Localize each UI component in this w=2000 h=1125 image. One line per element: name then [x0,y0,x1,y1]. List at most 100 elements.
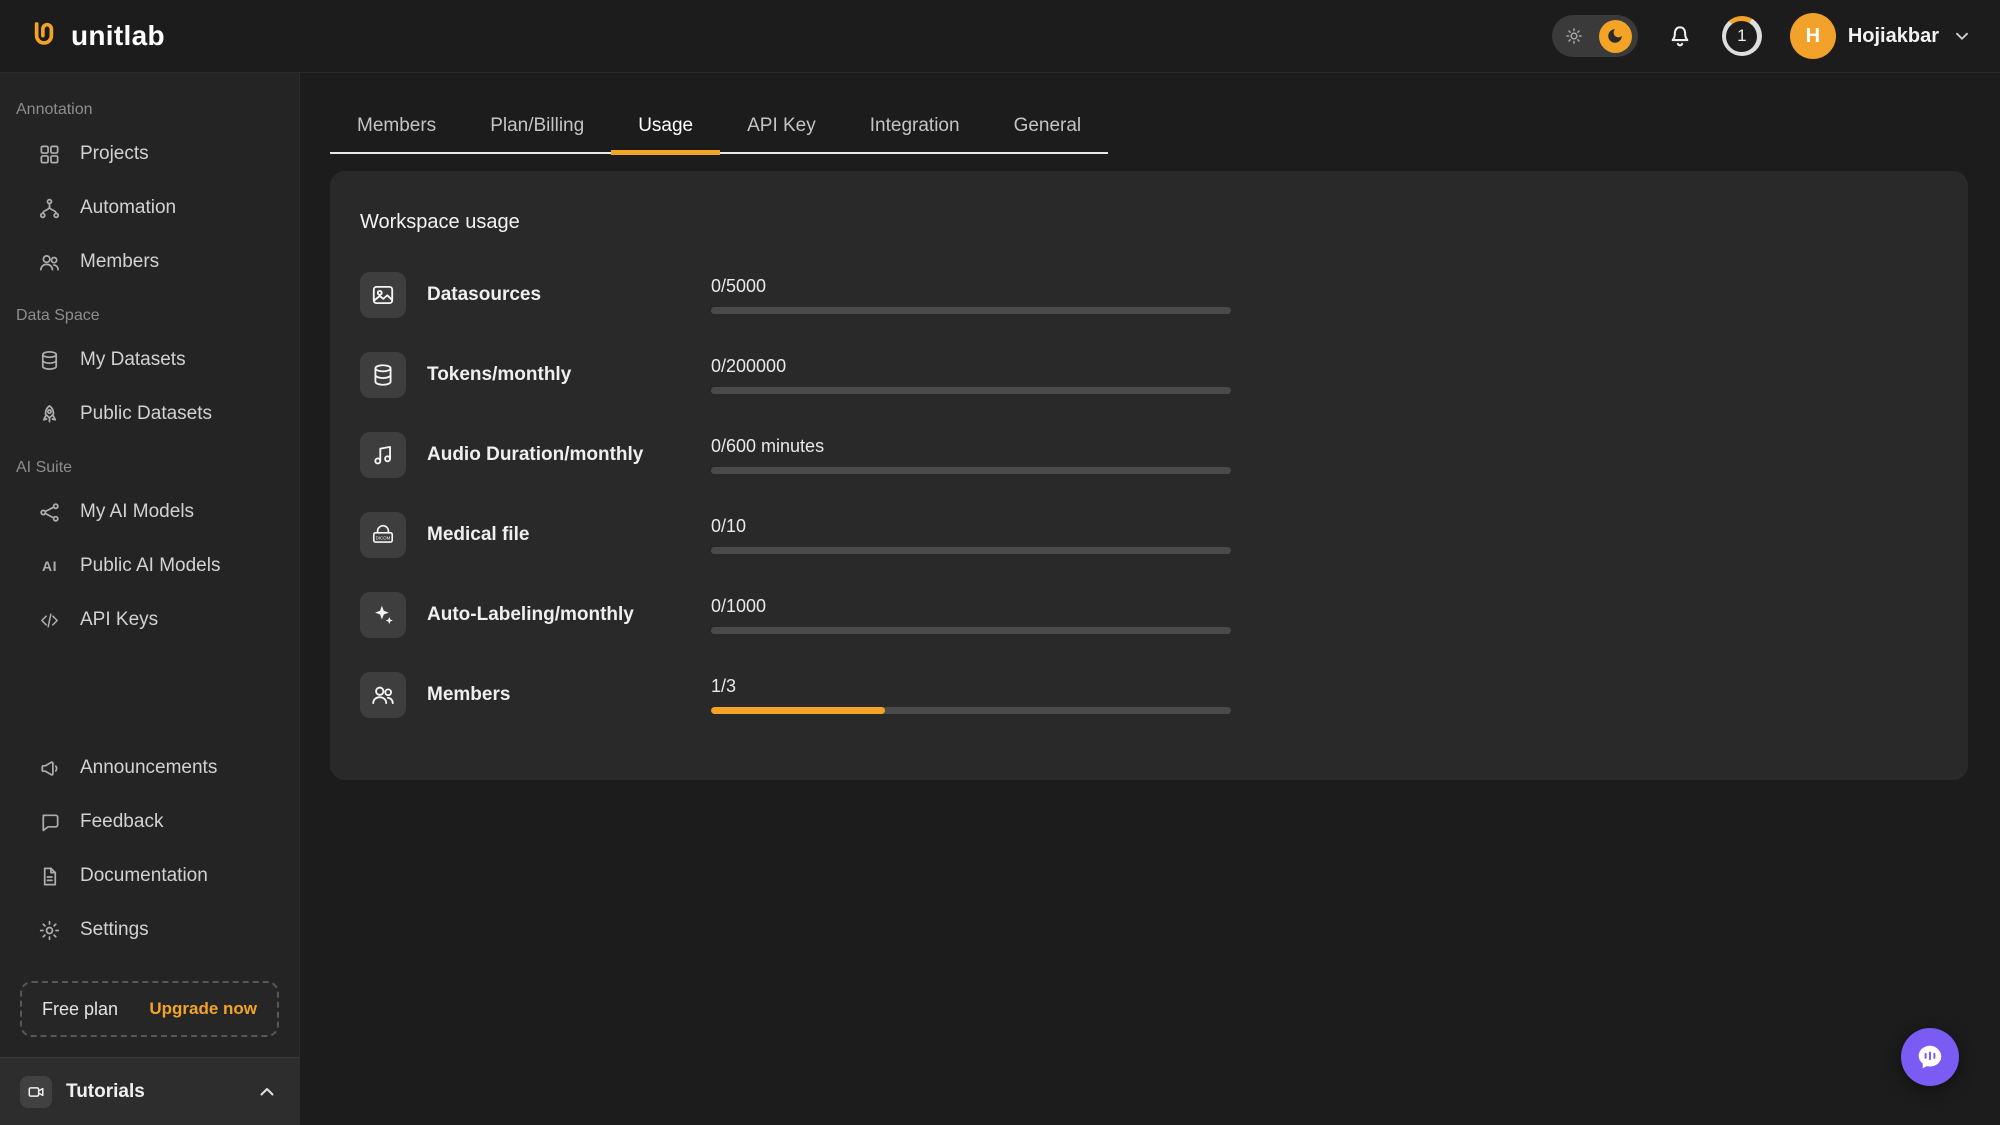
chat-widget-button[interactable] [1901,1028,1959,1086]
sidebar-item-label: My Datasets [80,349,186,371]
sidebar-item-automation[interactable]: Automation [0,181,299,235]
notifications-button[interactable] [1666,22,1694,50]
sidebar-item-label: Public Datasets [80,403,212,425]
progress-bar [711,627,1231,634]
tab-usage[interactable]: Usage [611,106,720,155]
bell-icon [1666,22,1694,50]
credits-count: 1 [1726,21,1757,52]
sidebar-item-label: Members [80,251,159,273]
usage-row-left: Tokens/monthly [360,352,711,398]
usage-row-value: 0/600 minutes [711,436,1231,457]
usage-row-value: 0/200000 [711,356,1231,377]
model-nodes-icon [38,501,61,524]
chevron-up-icon[interactable] [255,1080,279,1104]
tab-members[interactable]: Members [330,106,463,155]
moon-icon [1606,27,1624,45]
main-content: Members Plan/Billing Usage API Key Integ… [300,73,2000,1125]
sidebar-item-label: My AI Models [80,501,194,523]
sidebar-item-api-keys[interactable]: API Keys [0,593,299,647]
sidebar-item-label: Automation [80,197,176,219]
video-icon [27,1083,45,1101]
sidebar-item-public-ai-models[interactable]: AI Public AI Models [0,539,299,593]
section-label-annotation: Annotation [16,101,299,119]
tutorials-icon-box [20,1076,52,1108]
usage-row-left: Auto-Labeling/monthly [360,592,711,638]
topbar: unitlab 1 [0,0,2000,73]
database-icon [38,349,61,372]
sidebar-item-feedback[interactable]: Feedback [0,795,299,849]
sidebar-nav: Annotation Projects Automation [0,73,299,647]
megaphone-icon [38,757,61,780]
usage-icon-box [360,272,406,318]
usage-row-right: 0/600 minutes [711,436,1231,474]
unitlab-logo-icon [27,19,61,53]
chevron-down-icon [1951,25,1973,47]
users-icon [38,251,61,274]
usage-row-value: 0/5000 [711,276,1231,297]
progress-bar [711,467,1231,474]
progress-bar [711,547,1231,554]
image-icon [370,282,396,308]
section-label-data-space: Data Space [16,307,299,325]
sidebar-item-members[interactable]: Members [0,235,299,289]
sidebar-item-documentation[interactable]: Documentation [0,849,299,903]
ai-text-icon: AI [38,558,61,574]
usage-rows: Datasources 0/5000 [360,272,1938,718]
tab-api-key[interactable]: API Key [720,106,843,155]
sidebar-item-announcements[interactable]: Announcements [0,741,299,795]
code-icon [38,609,61,632]
users-icon [370,682,396,708]
tab-general[interactable]: General [987,106,1109,155]
usage-row-left: DICOM Medical file [360,512,711,558]
usage-row-label: Datasources [427,284,541,306]
workspace-usage-card: Workspace usage Datasources 0/5000 [330,171,1968,780]
theme-toggle-knob [1599,20,1632,53]
sidebar-item-my-datasets[interactable]: My Datasets [0,333,299,387]
usage-row-value: 1/3 [711,676,1231,697]
usage-row-members: Members 1/3 [360,672,1938,718]
chat-bubble-icon [38,811,61,834]
theme-toggle[interactable] [1552,15,1638,57]
tab-integration[interactable]: Integration [843,106,987,155]
upgrade-now-link[interactable]: Upgrade now [149,999,257,1019]
usage-icon-box [360,592,406,638]
sidebar: Annotation Projects Automation [0,73,300,1125]
sidebar-item-label: Projects [80,143,149,165]
progress-bar-fill [711,707,885,714]
section-label-ai-suite: AI Suite [16,459,299,477]
usage-row-right: 0/10 [711,516,1231,554]
usage-row-label: Audio Duration/monthly [427,444,643,466]
gear-icon [38,919,61,942]
usage-row-tokens: Tokens/monthly 0/200000 [360,352,1938,398]
usage-row-datasources: Datasources 0/5000 [360,272,1938,318]
avatar: H [1790,13,1836,59]
brand-logo[interactable]: unitlab [27,19,165,53]
usage-row-value: 0/10 [711,516,1231,537]
progress-bar [711,707,1231,714]
sidebar-item-public-datasets[interactable]: Public Datasets [0,387,299,441]
music-note-icon [370,442,396,468]
sidebar-footer-nav: Announcements Feedback Documentation [0,731,299,957]
sidebar-item-label: API Keys [80,609,158,631]
tutorials-bar[interactable]: Tutorials [0,1057,299,1125]
brand-name: unitlab [71,20,165,52]
user-menu[interactable]: H Hojiakbar [1790,13,1973,59]
sidebar-item-settings[interactable]: Settings [0,903,299,957]
progress-bar [711,387,1231,394]
app-screen: unitlab 1 [0,0,2000,1125]
usage-row-label: Members [427,684,510,706]
usage-row-audio: Audio Duration/monthly 0/600 minutes [360,432,1938,478]
sidebar-item-label: Documentation [80,865,208,887]
plan-box[interactable]: Free plan Upgrade now [20,981,279,1037]
tab-plan-billing[interactable]: Plan/Billing [463,106,611,155]
usage-row-right: 1/3 [711,676,1231,714]
topbar-right-cluster: 1 H Hojiakbar [1552,13,1973,59]
sidebar-item-label: Public AI Models [80,555,220,577]
card-title: Workspace usage [360,211,1938,234]
sidebar-item-projects[interactable]: Projects [0,127,299,181]
sidebar-item-my-ai-models[interactable]: My AI Models [0,485,299,539]
usage-row-auto-labeling: Auto-Labeling/monthly 0/1000 [360,592,1938,638]
document-icon [38,865,61,888]
sidebar-item-label: Settings [80,919,149,941]
credits-ring-badge[interactable]: 1 [1722,16,1762,56]
